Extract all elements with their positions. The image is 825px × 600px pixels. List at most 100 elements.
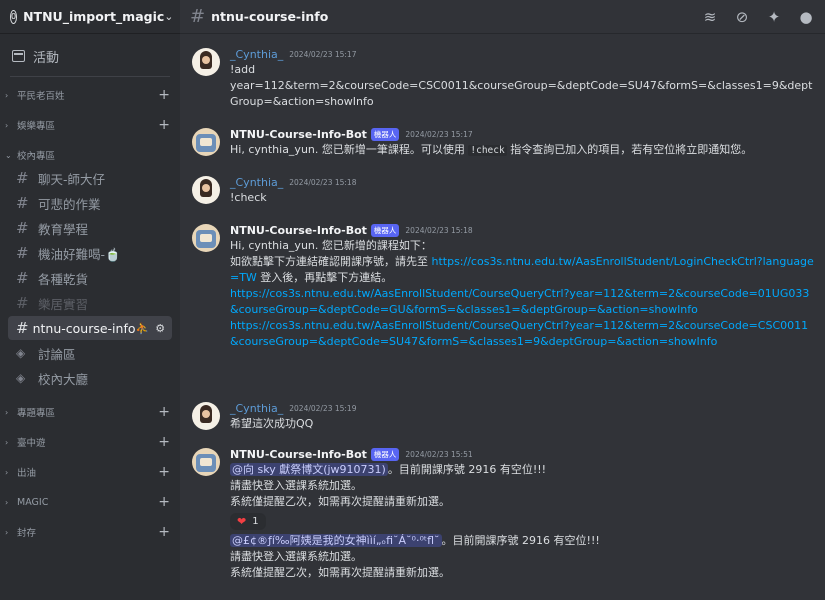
username[interactable]: _Cynthia_	[230, 402, 283, 415]
category-label: 出油	[17, 468, 37, 479]
chat-area: # ntnu-course-info ≋ ⊘ ✦ ● _Cynthia_ 202…	[180, 0, 825, 600]
text-segment: 如欲點擊下方連結確認開課序號，請先至	[230, 255, 432, 268]
category-5[interactable]: › 臺中遊 +	[0, 432, 180, 452]
category-2[interactable]: › 娛樂專區 +	[0, 115, 180, 135]
message-text: @向 sky 獻祭博文(jw910731) 。目前開課序號 2916 有空位!!!	[230, 462, 815, 478]
channel-misc[interactable]: # 各種乾貨	[8, 266, 172, 290]
channel-header: # ntnu-course-info ≋ ⊘ ✦ ●	[180, 0, 825, 34]
message-text: 請盡快登入選課系統加選。	[230, 479, 362, 492]
channel-title: ntnu-course-info	[211, 9, 329, 24]
reaction-heart[interactable]: ❤ 1	[230, 513, 266, 530]
chevron-right-icon: ›	[5, 467, 9, 477]
events-button[interactable]: 活動	[0, 44, 180, 68]
bot-badge: 機器人	[370, 447, 400, 461]
username[interactable]: _Cynthia_	[230, 48, 283, 61]
message: _Cynthia_ 2024/02/23 15:17 !add year=112…	[180, 46, 825, 110]
category-label: 封存	[17, 528, 37, 539]
hash-icon: #	[16, 169, 29, 187]
server-name: NTNU_import_magic	[23, 9, 165, 24]
add-channel-icon[interactable]: +	[158, 405, 170, 419]
chevron-down-icon: ⌄	[164, 10, 174, 23]
add-channel-icon[interactable]: +	[158, 88, 170, 102]
username[interactable]: NTNU-Course-Info-Bot	[230, 448, 367, 461]
add-channel-icon[interactable]: +	[158, 525, 170, 539]
avatar[interactable]	[192, 176, 220, 204]
channel-label: 可悲的作業	[38, 196, 101, 212]
category-8[interactable]: › 封存 +	[0, 522, 180, 542]
user-mention[interactable]: @£¢®ƒí‰阿姨是我的女神ììí„ₒfi˘Á˘⁰·⁰ᵗfl˘	[230, 534, 442, 547]
channel-course-info[interactable]: # ntnu-course-info ⛹ ⚙	[8, 316, 172, 340]
channel-music[interactable]: # 樂居實習	[8, 291, 172, 315]
channel-label: 樂居實習	[38, 296, 89, 312]
timestamp: 2024/02/23 15:17	[405, 129, 473, 139]
username[interactable]: NTNU-Course-Info-Bot	[230, 128, 367, 141]
channel-label: 各種乾貨	[38, 271, 89, 287]
add-channel-icon[interactable]: +	[158, 118, 170, 132]
text-segment: 登入後，再點擊下方連結。	[256, 271, 393, 284]
avatar[interactable]	[192, 402, 220, 430]
avatar[interactable]	[192, 128, 220, 156]
add-member-icon[interactable]: ⛹	[136, 322, 150, 335]
timestamp: 2024/02/23 15:51	[405, 449, 473, 459]
category-4[interactable]: › 專題專區 +	[0, 402, 180, 422]
course-link[interactable]: https://cos3s.ntnu.edu.tw/AasEnrollStude…	[230, 287, 809, 316]
chevron-right-icon: ›	[5, 437, 9, 447]
message-text: 系統僅提醒乙次，如需再次提醒請重新加選。	[230, 566, 450, 579]
channel-label: ntnu-course-info	[32, 320, 136, 336]
mute-bell-icon[interactable]: ⊘	[733, 8, 751, 26]
course-link[interactable]: https://cos3s.ntnu.edu.tw/AasEnrollStude…	[230, 319, 808, 348]
category-label: 校內專區	[17, 151, 56, 162]
add-channel-icon[interactable]: +	[158, 465, 170, 479]
channel-chat[interactable]: # 聊天-師大仔	[8, 166, 172, 190]
message-text: !add	[230, 63, 256, 76]
chevron-right-icon: ›	[5, 407, 9, 417]
timestamp: 2024/02/23 15:18	[405, 225, 473, 235]
server-header[interactable]: 0 NTNU_import_magic ⌄	[0, 0, 180, 34]
add-channel-icon[interactable]: +	[158, 435, 170, 449]
avatar[interactable]	[192, 224, 220, 252]
channel-forum[interactable]: ◈ 討論區	[8, 341, 172, 365]
divider	[10, 76, 170, 77]
username[interactable]: NTNU-Course-Info-Bot	[230, 224, 367, 237]
message: NTNU-Course-Info-Bot 機器人 2024/02/23 15:1…	[180, 222, 825, 350]
category-1[interactable]: › 平民老百姓 +	[0, 85, 180, 105]
pin-icon[interactable]: ✦	[765, 8, 783, 26]
server-badge: 0	[10, 9, 18, 24]
message: _Cynthia_ 2024/02/23 15:18 !check	[180, 174, 825, 206]
category-label: 娛樂專區	[17, 121, 56, 132]
avatar[interactable]	[192, 48, 220, 76]
hash-icon: #	[16, 244, 29, 262]
chevron-right-icon: ›	[5, 120, 9, 130]
forum-icon: ◈	[16, 346, 26, 360]
add-channel-icon[interactable]: +	[158, 495, 170, 509]
timestamp: 2024/02/23 15:17	[289, 49, 357, 59]
bot-badge: 機器人	[370, 127, 400, 141]
threads-icon[interactable]: ≋	[701, 8, 719, 26]
channel-hall[interactable]: ◈ 校內大廳	[8, 366, 172, 390]
timestamp: 2024/02/23 15:19	[289, 403, 357, 413]
message-text: 希望這次成功QQ	[230, 417, 314, 430]
channel-label: 討論區	[38, 346, 76, 362]
message-text: 系統僅提醒乙次，如需再次提醒請重新加選。	[230, 495, 450, 508]
member-list-icon[interactable]: ●	[797, 8, 815, 26]
gear-icon[interactable]: ⚙	[155, 322, 165, 335]
avatar[interactable]	[192, 448, 220, 476]
category-6[interactable]: › 出油 +	[0, 462, 180, 482]
category-label: 專題專區	[17, 408, 56, 419]
username[interactable]: _Cynthia_	[230, 176, 283, 189]
channel-label: 機油好難喝-🍵	[38, 246, 121, 262]
category-7[interactable]: › MAGIC +	[0, 492, 180, 512]
category-3[interactable]: ⌄ 校內專區	[0, 145, 180, 165]
message: NTNU-Course-Info-Bot 機器人 2024/02/23 15:5…	[180, 446, 825, 581]
channel-homework[interactable]: # 可悲的作業	[8, 191, 172, 215]
bot-badge: 機器人	[370, 223, 400, 237]
user-mention[interactable]: @向 sky 獻祭博文(jw910731)	[230, 463, 388, 476]
channel-edu[interactable]: # 教育學程	[8, 216, 172, 240]
channel-food[interactable]: # 機油好難喝-🍵	[8, 241, 172, 265]
message-text: 請盡快登入選課系統加選。	[230, 550, 362, 563]
text-segment: 。目前開課序號 2916 有空位!!!	[387, 463, 547, 476]
message-text: year=112&term=2&courseCode=CSC0011&cours…	[230, 79, 813, 108]
timestamp: 2024/02/23 15:18	[289, 177, 357, 187]
hash-icon: #	[16, 269, 29, 287]
message-text: 如欲點擊下方連結確認開課序號，請先至 https://cos3s.ntnu.ed…	[230, 254, 815, 286]
